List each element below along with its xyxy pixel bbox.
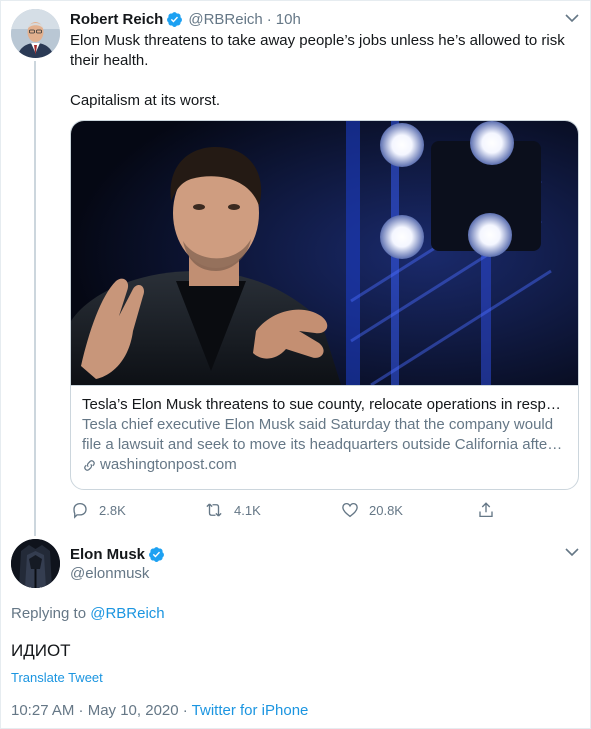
share-icon [479,502,493,518]
tweet-text: Elon Musk threatens to take away people’… [70,31,570,111]
replying-to-prefix: Replying to [11,605,87,622]
tweet-text-line: Elon Musk threatens to take away people’… [70,32,565,69]
author-name[interactable]: Robert Reich [70,11,163,28]
link-icon [84,459,95,471]
translate-tweet-link[interactable]: Translate Tweet [11,670,103,685]
avatar-robert-reich[interactable] [11,9,60,58]
card-body: Tesla’s Elon Musk threatens to sue count… [71,385,578,475]
replying-to: Replying to @RBReich [11,605,165,622]
retweet-count: 4.1K [234,502,261,518]
thread-line [34,61,36,536]
avatar-elon-musk[interactable] [11,539,60,588]
separator-dot: · [266,10,272,28]
share-button[interactable] [477,500,505,520]
reply-author-name[interactable]: Elon Musk [70,546,145,563]
like-button[interactable]: 20.8K [341,500,403,520]
reply-icon [73,502,87,519]
card-domain[interactable]: washingtonpost.com [82,455,567,475]
card-image [71,121,578,385]
chevron-down-icon[interactable] [565,13,579,23]
verified-badge-icon [167,11,183,27]
chevron-down-icon[interactable] [565,547,579,557]
tweet-timestamp: 10:27 AM · May 10, 2020 · Twitter for iP… [11,702,308,719]
author-handle[interactable]: @RBReich [188,11,262,28]
verified-badge-icon [149,546,164,562]
card-description: Tesla chief executive Elon Musk said Sat… [82,416,554,453]
card-title[interactable]: Tesla’s Elon Musk threatens to sue count… [82,395,567,415]
reply-author: Elon Musk [70,544,170,564]
reply-author-handle[interactable]: @elonmusk [70,565,149,582]
tweet-time[interactable]: 10h [276,11,301,28]
like-count: 20.8K [369,502,403,518]
link-card[interactable]: Tesla’s Elon Musk threatens to sue count… [70,120,579,490]
reply-count: 2.8K [99,502,126,518]
tweet-text-line: Capitalism at its worst. [70,92,221,109]
like-icon [342,502,358,518]
retweet-icon [206,503,222,517]
reply-text: ИДИОТ [11,641,71,660]
retweet-button[interactable]: 4.1K [204,500,261,520]
reply-button[interactable]: 2.8K [71,500,126,520]
card-domain-text: washingtonpost.com [100,456,237,473]
replying-to-handle[interactable]: @RBReich [90,605,164,622]
timestamp-text[interactable]: 10:27 AM · May 10, 2020 · [11,702,192,719]
tweet-header: Robert Reich @RBReich · 10h [70,9,301,29]
tweet-source[interactable]: Twitter for iPhone [192,702,309,719]
